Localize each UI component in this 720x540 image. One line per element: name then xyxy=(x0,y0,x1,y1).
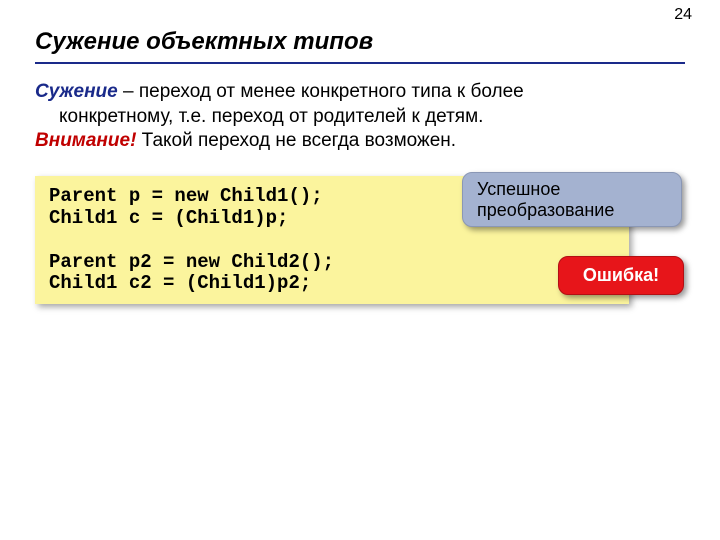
page-number: 24 xyxy=(674,6,692,24)
slide-title: Сужение объектных типов xyxy=(35,28,685,64)
body-text: Сужение – переход от менее конкретного т… xyxy=(35,80,685,154)
body-line-2: Внимание! Такой переход не всегда возмож… xyxy=(35,129,685,154)
code-line-5: Child1 c2 = (Child1)p2; xyxy=(49,272,311,294)
slide: 24 Сужение объектных типов Сужение – пер… xyxy=(0,0,720,540)
code-line-2: Child1 c = (Child1)p; xyxy=(49,207,288,229)
body-line-1-cont: конкретному, т.е. переход от родителей к… xyxy=(59,105,685,130)
body-line-1: Сужение – переход от менее конкретного т… xyxy=(35,80,685,105)
callout-success: Успешное преобразование xyxy=(462,172,682,227)
code-line-1: Parent p = new Child1(); xyxy=(49,185,323,207)
warning-label: Внимание! xyxy=(35,130,136,151)
term-highlight: Сужение xyxy=(35,81,118,102)
body-line-1-rest: – переход от менее конкретного типа к бо… xyxy=(118,81,524,102)
warning-rest: Такой переход не всегда возможен. xyxy=(136,130,456,151)
code-line-4: Parent p2 = new Child2(); xyxy=(49,251,334,273)
callout-error: Ошибка! xyxy=(558,256,684,295)
